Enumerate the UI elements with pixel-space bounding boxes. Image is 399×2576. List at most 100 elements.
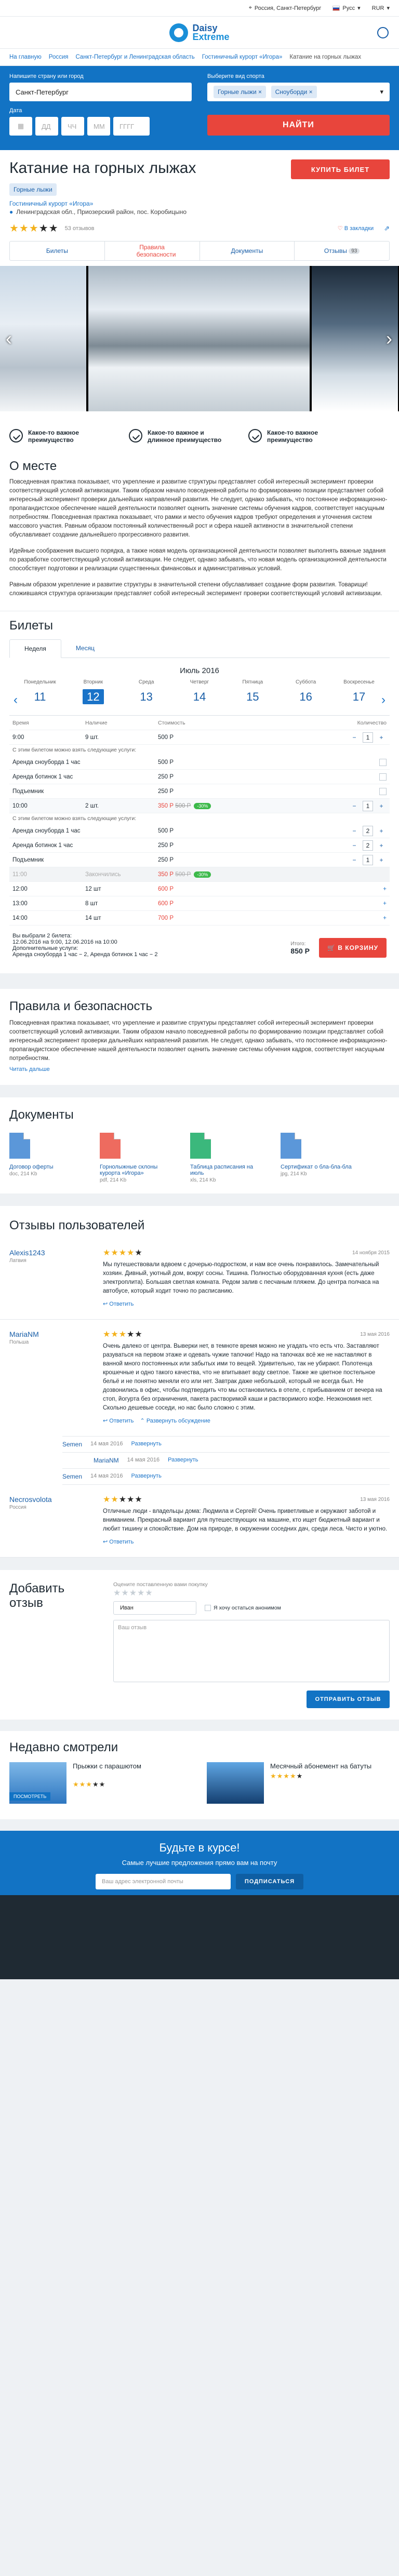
gallery-photo[interactable]: › [312,266,398,411]
gallery-photo-main[interactable] [88,266,310,411]
breadcrumb-link[interactable]: Санкт-Петербург и Ленинградская область [76,54,195,60]
breadcrumb-link[interactable]: Россия [49,54,69,60]
calendar-day[interactable]: Суббота 16 [288,679,324,704]
chevron-left-icon[interactable]: ‹ [14,693,18,707]
favorite-button[interactable]: ♡ В закладки [338,225,374,232]
chevron-left-icon[interactable]: ‹ [0,327,18,350]
quantity-stepper[interactable]: −1 + [349,854,387,865]
check-circle-icon [129,429,142,442]
sport-tag[interactable]: Сноуборди × [271,86,317,98]
email-field[interactable]: Ваш адрес электронной почты [96,1874,231,1889]
breadcrumb-link[interactable]: Гостиничный курорт «Игора» [202,54,283,60]
extra-row: Аренда ботинок 1 час 250 Р [9,770,390,784]
plus-icon[interactable]: + [383,915,387,921]
cart-icon: 🛒 [327,944,336,951]
extra-row: Аренда сноуборда 1 час 500 Р [9,755,390,770]
document-item[interactable]: Сертификат о бла-бла-бла jpg, 214 Kb [281,1133,353,1183]
date-year-input[interactable]: ГГГГ [113,117,150,136]
add-review-section: Добавить отзыв Оцените поставленную вами… [0,1570,399,1720]
resort-link[interactable]: Гостиничный курорт «Игора» [9,200,93,207]
calendar-day[interactable]: Понедельник 11 [22,679,58,704]
tab-month[interactable]: Месяц [61,639,109,658]
table-row: 9:00 9 шт. 500 Р −1 + [9,730,390,745]
review-textarea[interactable]: Ваш отзыв [113,1620,390,1682]
recent-thumbnail: ПОСМОТРЕТЬ [9,1762,66,1804]
chevron-right-icon[interactable]: › [380,327,398,350]
about-paragraph: Повседневная практика показывает, что ук… [9,479,388,538]
reply-link[interactable]: ↩ Ответить ⌃ Развернуть обсуждение [103,1417,390,1426]
check-circle-icon [9,429,23,442]
quantity-stepper[interactable]: −1 + [349,732,387,743]
tab-documents[interactable]: Документы [200,242,295,260]
currency-selector[interactable]: RUR ▾ [372,5,390,12]
rating-input[interactable]: ★★★★★ [113,1588,390,1598]
plus-icon[interactable]: + [383,901,387,907]
breadcrumb-link[interactable]: На главную [9,54,42,60]
submit-review-button[interactable]: ОТПРАВИТЬ ОТЗЫВ [307,1691,390,1708]
view-badge: ПОСМОТРЕТЬ [9,1792,51,1801]
search-button[interactable]: НАЙТИ [207,115,390,136]
calendar-day[interactable]: Воскресенье 17 [341,679,377,704]
content-tabs: Билеты Правила безопасности Документы От… [9,241,390,261]
tickets-section: Билеты Неделя Месяц Июль 2016 ‹ › Понеде… [0,611,399,973]
about-title: О месте [9,459,57,473]
anonymous-checkbox[interactable]: Я хочу остаться анонимом [205,1605,281,1611]
recent-title: Недавно смотрели [9,1740,118,1754]
user-account-icon[interactable] [377,27,389,38]
expand-link[interactable]: Развернуть [168,1457,198,1464]
reply-link[interactable]: ↩ Ответить [103,1300,390,1309]
share-icon[interactable]: ⇗ [384,224,390,233]
buy-ticket-button[interactable]: КУПИТЬ БИЛЕТ [291,159,390,179]
total-price: 850 Р [290,946,310,955]
quantity-stepper[interactable]: −2 + [349,840,387,851]
subscribe-button[interactable]: ПОДПИСАТЬСЯ [236,1874,303,1889]
chevron-right-icon[interactable]: › [381,693,385,707]
search-panel: Напишите страну или город Санкт-Петербур… [0,66,399,150]
read-more-link[interactable]: Читать дальше [9,1066,390,1072]
calendar-day[interactable]: Пятница 15 [234,679,271,704]
sport-tag[interactable]: Горные лыжи × [214,86,267,98]
calendar-icon[interactable]: ▦ [9,117,32,136]
about-paragraph: Равным образом укрепление и развитие стр… [9,582,382,597]
date-hour-input[interactable]: ЧЧ [61,117,84,136]
logo-text-2: Extreme [192,31,230,42]
reviewer-name[interactable]: Alexis1243 [9,1249,92,1257]
calendar-day[interactable]: Четверг 14 [181,679,218,704]
quantity-stepper[interactable]: −2 + [349,825,387,836]
expand-link[interactable]: Развернуть [131,1473,162,1480]
document-item[interactable]: Договор оферты doc, 214 Kb [9,1133,82,1183]
tab-safety[interactable]: Правила безопасности [105,242,200,260]
name-field[interactable]: Иван [113,1601,196,1615]
tab-week[interactable]: Неделя [9,639,61,658]
extra-row: Подъемник 250 Р −1 + [9,853,390,867]
reviewer-name[interactable]: MariaNM [9,1330,92,1338]
reviews-count-link[interactable]: 53 отзывов [65,225,95,232]
checkbox[interactable] [379,758,387,766]
category-badge[interactable]: Горные лыжи [9,183,57,196]
reply-link[interactable]: ↩ Ответить [103,1538,390,1547]
document-item[interactable]: Горнолыжные склоны курорта «Игора» pdf, 2… [100,1133,172,1183]
add-to-cart-button[interactable]: 🛒 В КОРЗИНУ [319,938,387,958]
reviewer-name[interactable]: Necrosvolota [9,1495,92,1504]
tab-reviews[interactable]: Отзывы 93 [295,242,389,260]
sport-select[interactable]: Горные лыжи × Сноуборди × ▾ [207,83,390,101]
document-item[interactable]: Таблица расписания на июль xls, 214 Kb [190,1133,263,1183]
gallery-photo[interactable]: ‹ [0,266,86,411]
calendar-day-selected[interactable]: Вторник 12 [75,679,111,704]
calendar-day[interactable]: Среда 13 [128,679,165,704]
checkbox[interactable] [379,773,387,781]
logo[interactable]: Daisy Extreme [169,23,230,42]
recent-item[interactable]: Месячный абонемент на батуты ★★★★★ [207,1762,383,1804]
expand-link[interactable]: Развернуть [131,1441,162,1448]
language-selector[interactable]: Русс ▾ [332,5,361,11]
date-month-input[interactable]: ММ [87,117,110,136]
city-selector[interactable]: ⌖ Россия, Санкт-Петербург [249,5,322,11]
tab-tickets[interactable]: Билеты [10,242,105,260]
quantity-stepper[interactable]: −1 + [349,800,387,811]
checkbox[interactable] [379,787,387,795]
country-input[interactable]: Санкт-Петербург [9,83,192,101]
country-label: Напишите страну или город [9,73,84,79]
plus-icon[interactable]: + [383,886,387,892]
date-day-input[interactable]: ДД [35,117,58,136]
recent-item[interactable]: ПОСМОТРЕТЬ Прыжки с парашютом ★★★★★ [9,1762,186,1804]
